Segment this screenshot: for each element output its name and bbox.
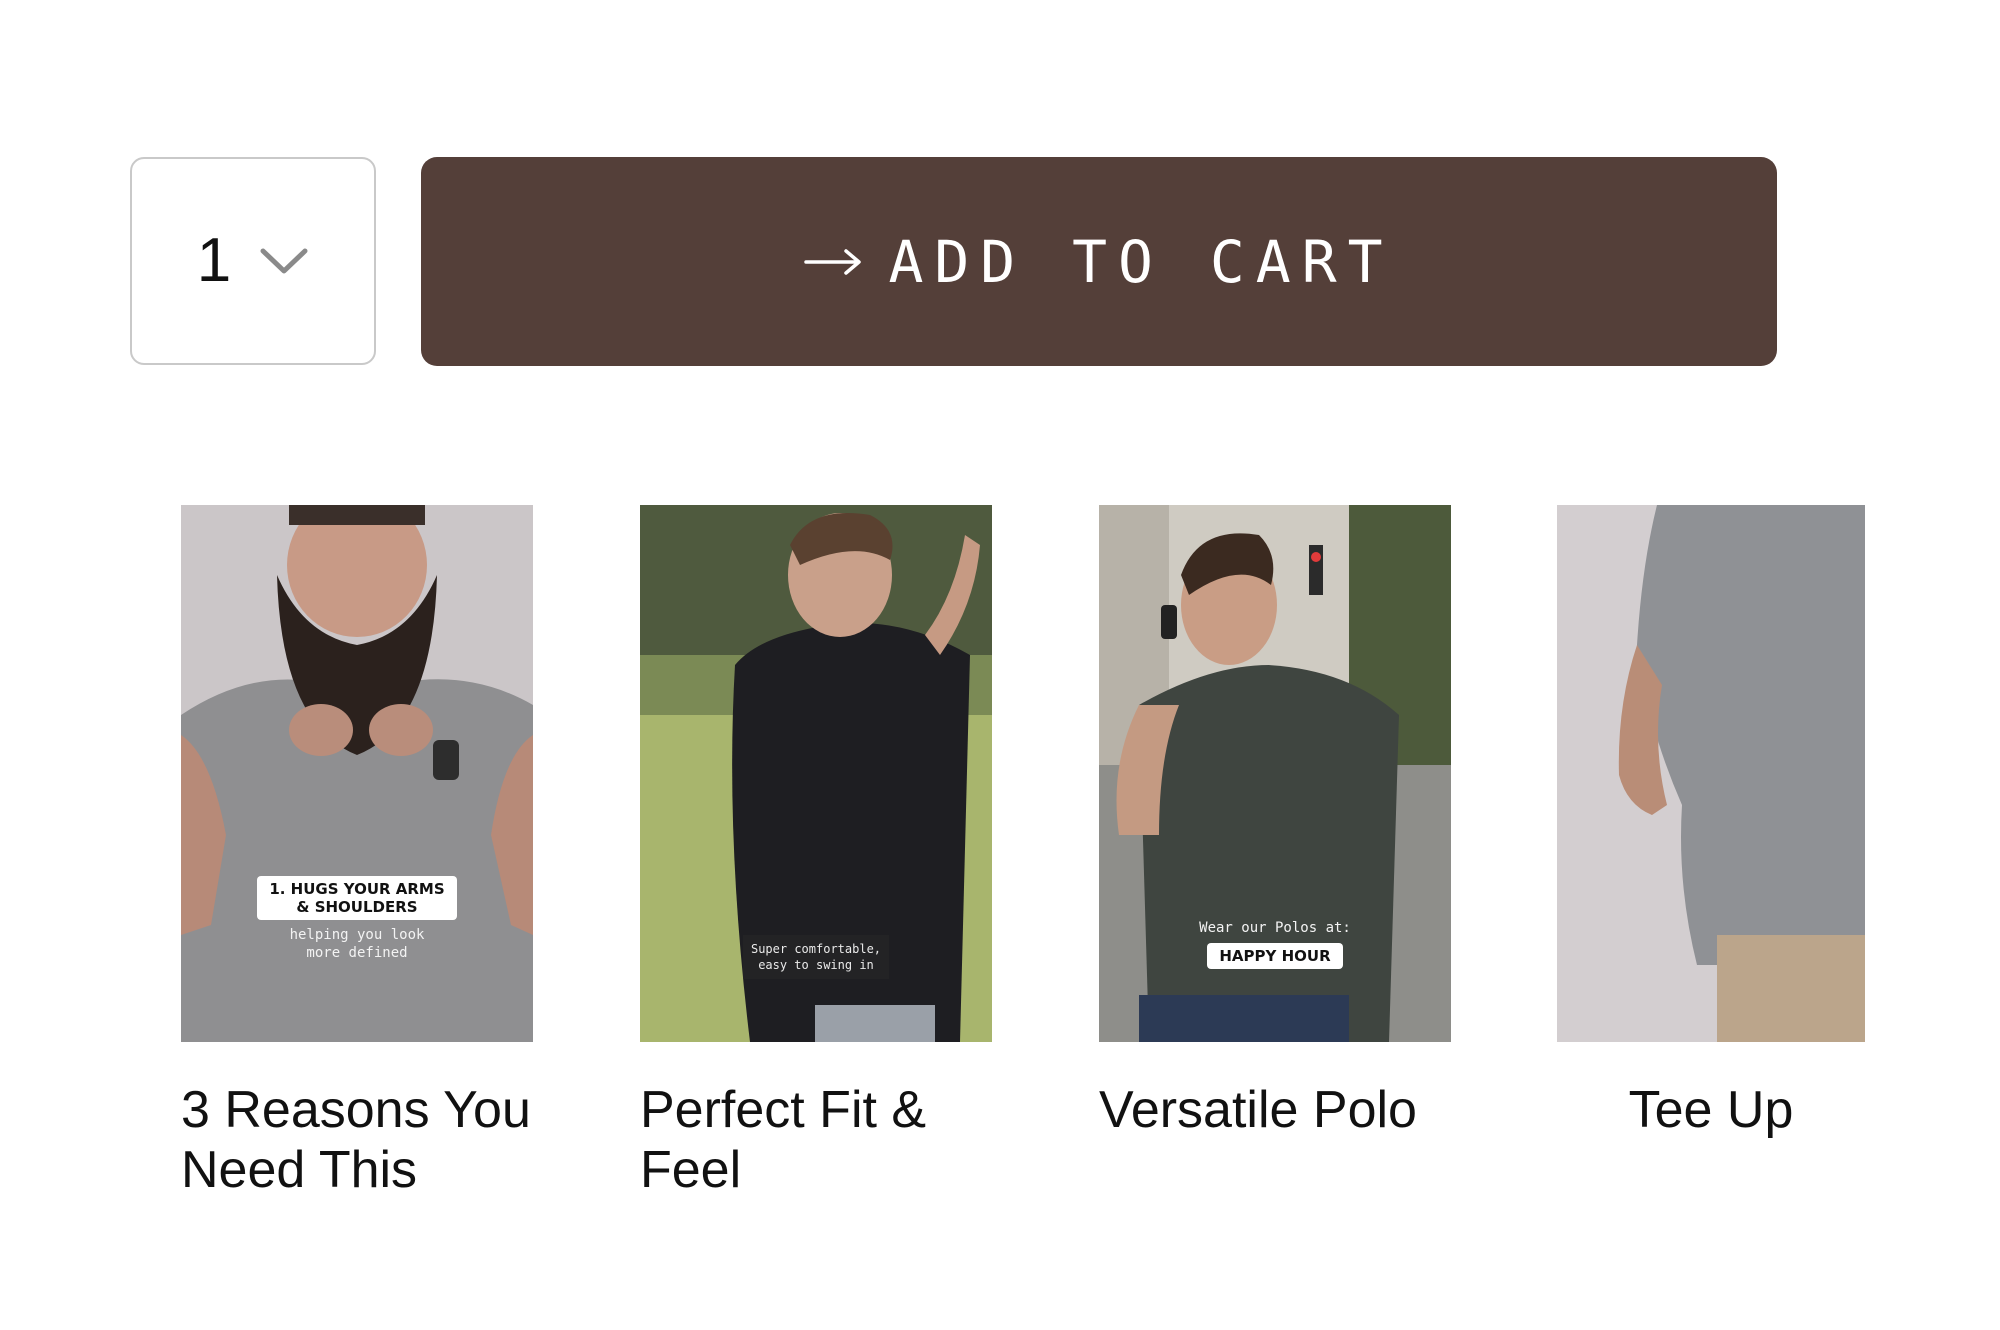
video-title: Tee Up <box>1628 1081 1794 1139</box>
video-title: Perfect Fit & Feel <box>640 1081 927 1199</box>
video-overlay-chip: HAPPY HOUR <box>1207 943 1343 969</box>
video-overlay-chip: 1. HUGS YOUR ARMS & SHOULDERS <box>257 876 457 920</box>
video-thumbnail[interactable] <box>1557 505 1865 1042</box>
video-card-3-reasons[interactable]: 1. HUGS YOUR ARMS & SHOULDERS helping yo… <box>181 505 533 1200</box>
video-thumbnail[interactable]: Wear our Polos at: HAPPY HOUR <box>1099 505 1451 1042</box>
chevron-down-icon <box>260 248 308 274</box>
video-thumbnail[interactable]: 1. HUGS YOUR ARMS & SHOULDERS helping yo… <box>181 505 533 1042</box>
video-card-tee-up[interactable]: Tee Up <box>1557 505 1865 1140</box>
video-overlay-caption: Wear our Polos at: <box>1199 920 1351 936</box>
video-overlay-caption: helping you look more defined <box>289 927 425 961</box>
video-thumbnail-image <box>1557 505 1865 1042</box>
arrow-right-icon <box>804 248 862 275</box>
video-title: 3 Reasons You Need This <box>181 1081 531 1199</box>
quantity-value: 1 <box>196 226 232 295</box>
add-to-cart-label: ADD TO CART <box>888 227 1394 296</box>
video-card-perfect-fit[interactable]: Super comfortable, easy to swing in Perf… <box>640 505 992 1200</box>
video-thumbnail[interactable]: Super comfortable, easy to swing in <box>640 505 992 1042</box>
add-to-cart-button[interactable]: ADD TO CART <box>421 157 1777 366</box>
video-title: Versatile Polo <box>1099 1081 1417 1139</box>
video-card-versatile-polo[interactable]: Wear our Polos at: HAPPY HOUR Versatile … <box>1099 505 1451 1140</box>
quantity-select[interactable]: 1 <box>130 157 376 365</box>
video-overlay-caption: Super comfortable, easy to swing in <box>742 935 890 979</box>
